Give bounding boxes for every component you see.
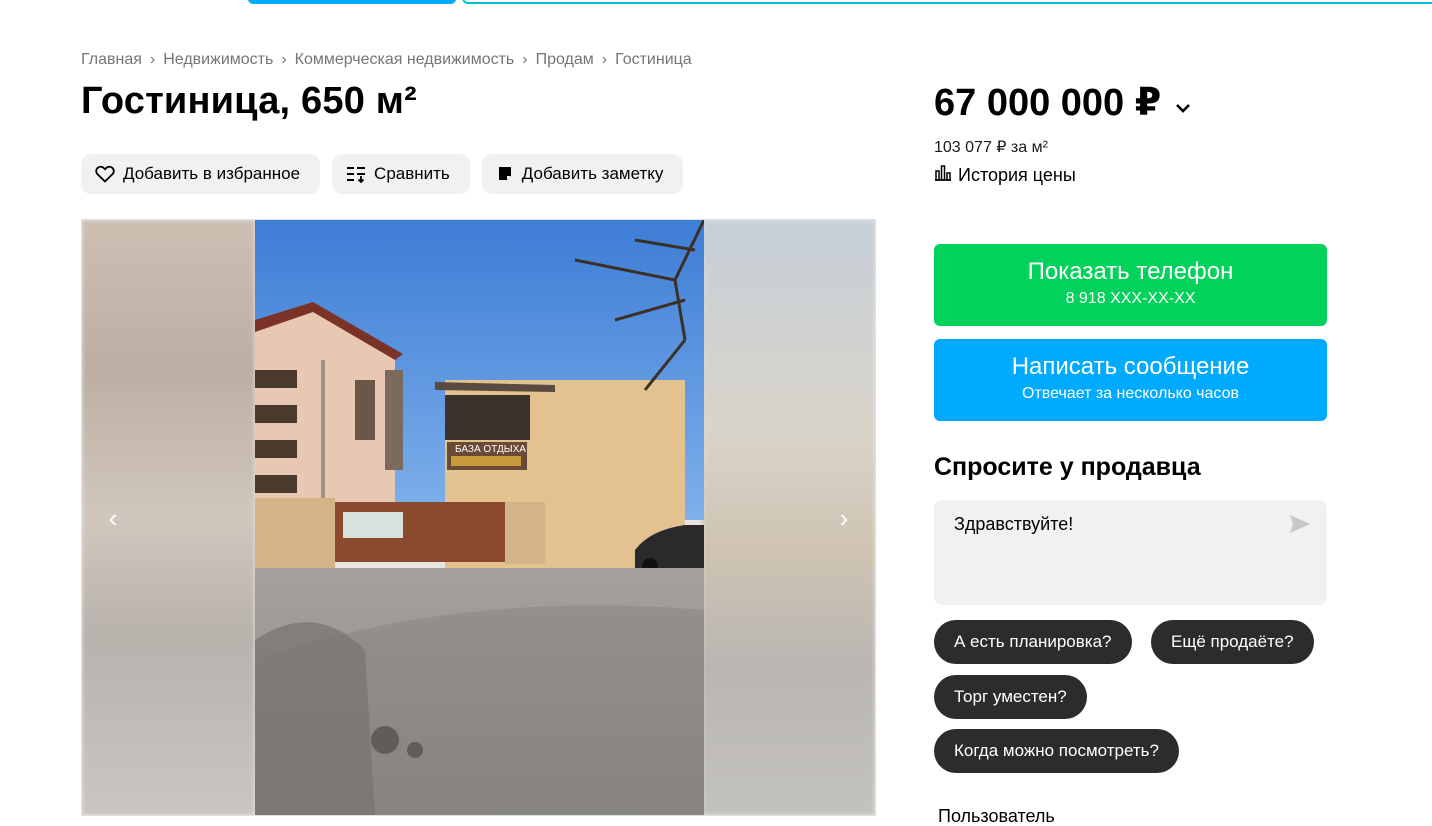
add-note-button[interactable]: Добавить заметку bbox=[481, 154, 684, 194]
bar-chart-icon bbox=[934, 165, 952, 186]
gallery-prev-icon[interactable]: ‹ bbox=[98, 503, 128, 533]
price-history-link[interactable]: История цены bbox=[934, 165, 1076, 186]
top-search-field[interactable] bbox=[462, 0, 1432, 4]
ask-seller-input[interactable]: Здравствуйте! bbox=[934, 500, 1327, 605]
listing-photo[interactable]: БАЗА ОТДЫХА bbox=[255, 220, 704, 815]
add-to-favorites-label: Добавить в избранное bbox=[123, 164, 301, 183]
breadcrumb: Главная › Недвижимость › Коммерческая не… bbox=[81, 51, 692, 69]
quick-question-chip[interactable]: Торг уместен? bbox=[934, 675, 1087, 719]
chevron-down-icon[interactable] bbox=[1175, 81, 1191, 124]
phone-number: 8 918 XXX-XX-XX bbox=[1065, 290, 1196, 307]
breadcrumb-item-hotel[interactable]: Гостиница bbox=[615, 51, 692, 69]
show-phone-label: Показать телефон bbox=[1027, 258, 1234, 285]
price: 67 000 000 ₽ bbox=[934, 80, 1191, 125]
quick-question-chip[interactable]: Когда можно посмотреть? bbox=[934, 729, 1179, 773]
photo-gallery[interactable]: БАЗА ОТДЫХА ‹ › bbox=[81, 219, 876, 816]
breadcrumb-separator-icon: › bbox=[281, 51, 287, 68]
price-value: 67 000 000 ₽ bbox=[934, 82, 1162, 124]
listing-actions: Добавить в избранное Сравнить Добавить з… bbox=[81, 154, 684, 194]
breadcrumb-item-home[interactable]: Главная bbox=[81, 51, 142, 69]
breadcrumb-separator-icon: › bbox=[522, 51, 528, 68]
photo-sign-text: БАЗА ОТДЫХА bbox=[455, 444, 526, 455]
top-nav-button[interactable] bbox=[248, 0, 456, 4]
gallery-next-icon[interactable]: › bbox=[829, 503, 859, 533]
compare-icon bbox=[346, 165, 366, 183]
ask-seller-message: Здравствуйте! bbox=[954, 514, 1074, 534]
breadcrumb-separator-icon: › bbox=[601, 51, 608, 68]
write-message-label: Написать сообщение bbox=[1011, 353, 1250, 380]
show-phone-button[interactable]: Показать телефон 8 918 XXX-XX-XX bbox=[934, 244, 1327, 326]
seller-name[interactable]: Пользователь bbox=[938, 806, 1055, 826]
heart-icon bbox=[95, 165, 115, 183]
send-icon[interactable] bbox=[1289, 514, 1311, 539]
add-note-label: Добавить заметку bbox=[521, 164, 664, 183]
add-to-favorites-button[interactable]: Добавить в избранное bbox=[81, 154, 321, 194]
price-per-m2: 103 077 ₽ за м² bbox=[934, 139, 1048, 156]
breadcrumb-item-realty[interactable]: Недвижимость bbox=[163, 51, 273, 69]
ask-seller-title: Спросите у продавца bbox=[934, 453, 1201, 481]
note-icon bbox=[496, 165, 514, 183]
page-title: Гостиница, 650 м² bbox=[81, 80, 417, 122]
price-history-label: История цены bbox=[958, 165, 1076, 185]
compare-label: Сравнить bbox=[374, 164, 450, 183]
write-message-button[interactable]: Написать сообщение Отвечает за несколько… bbox=[934, 339, 1327, 421]
breadcrumb-item-commercial[interactable]: Коммерческая недвижимость bbox=[295, 51, 515, 69]
compare-button[interactable]: Сравнить bbox=[332, 154, 470, 194]
breadcrumb-item-sell[interactable]: Продам bbox=[536, 51, 594, 69]
breadcrumb-separator-icon: › bbox=[149, 51, 156, 68]
response-time: Отвечает за несколько часов bbox=[1022, 385, 1239, 402]
quick-question-chip[interactable]: Ещё продаёте? bbox=[1151, 620, 1314, 664]
quick-question-chip[interactable]: А есть планировка? bbox=[934, 620, 1132, 664]
